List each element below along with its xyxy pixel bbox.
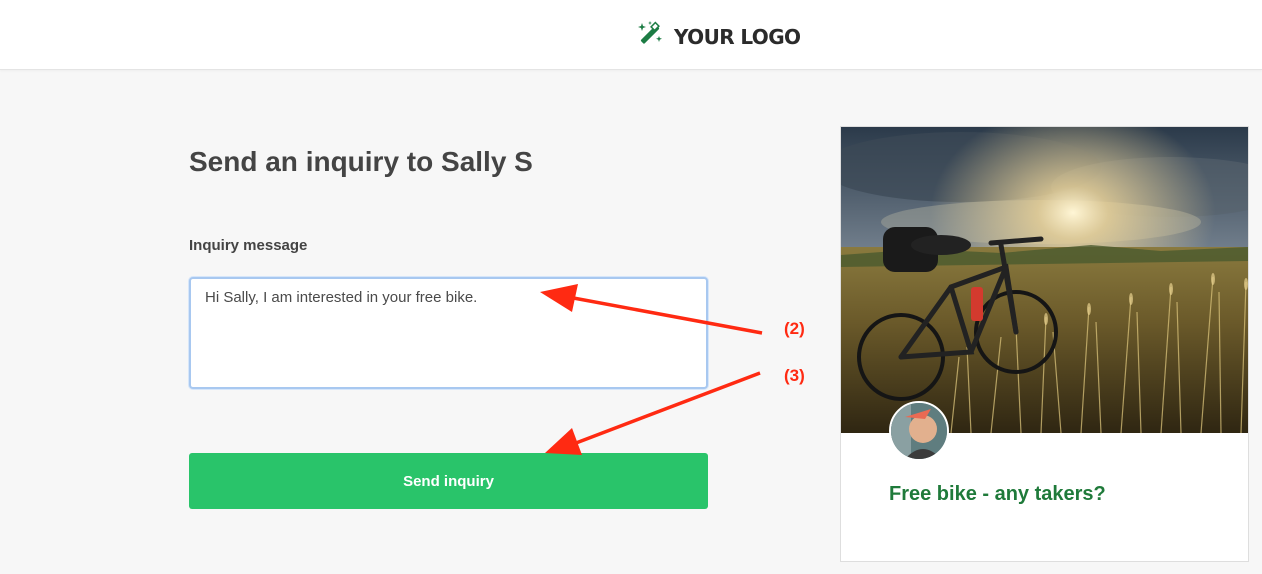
logo-text: YOUR LOGO [674,24,801,49]
annotation-label-2: (2) [784,319,805,338]
listing-title[interactable]: Free bike - any takers? [889,483,1106,506]
top-bar: YOUR LOGO [0,0,1262,70]
magic-wand-icon [637,20,665,53]
logo[interactable]: YOUR LOGO [637,20,801,53]
page-title: Send an inquiry to Sally S [189,146,533,177]
listing-card[interactable]: Free bike - any takers? [840,126,1249,562]
send-inquiry-button[interactable]: Send inquiry [189,453,708,509]
annotation-label-3: (3) [784,366,805,385]
inquiry-message-input[interactable] [189,277,708,389]
listing-image[interactable] [841,127,1248,433]
seller-avatar[interactable] [889,401,949,461]
inquiry-message-label: Inquiry message [189,237,308,254]
